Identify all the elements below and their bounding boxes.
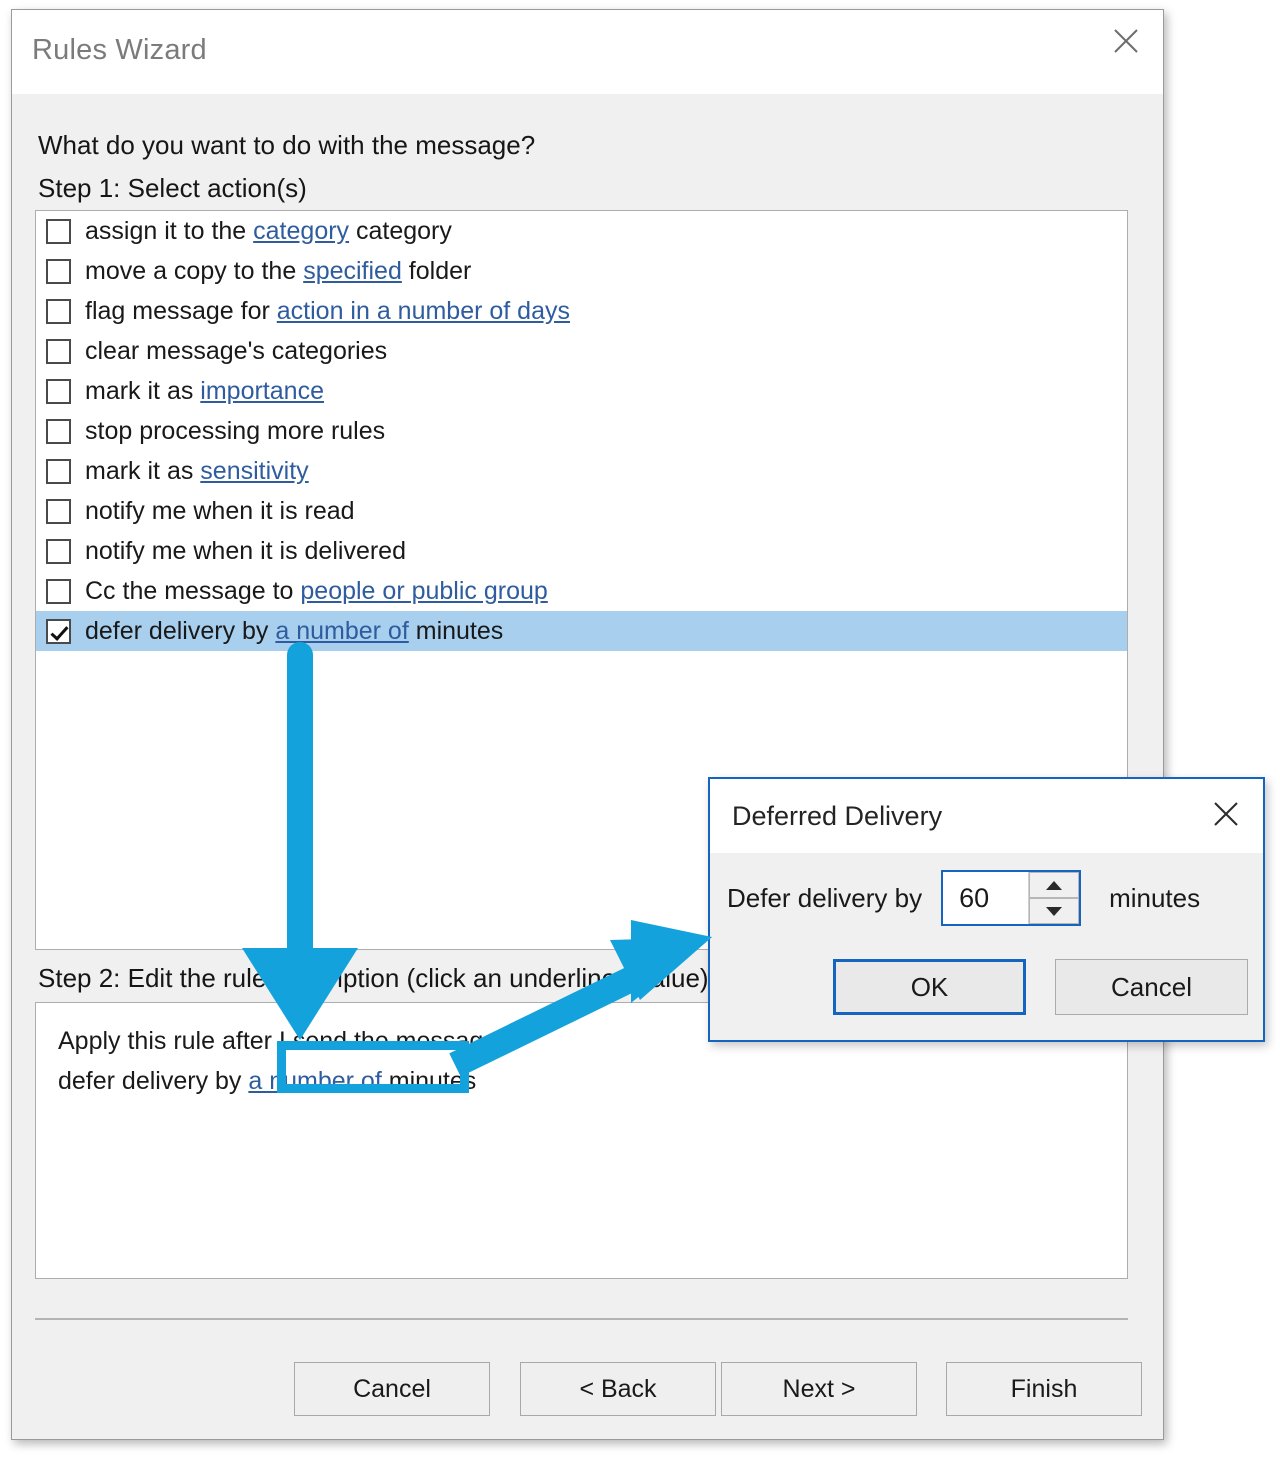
- deferred-dialog-close-button[interactable]: [1193, 779, 1259, 849]
- defer-minutes-stepper[interactable]: [941, 870, 1081, 926]
- action-label: notify me when it is delivered: [85, 539, 406, 564]
- action-checkbox[interactable]: [46, 539, 71, 564]
- action-checkbox[interactable]: [46, 259, 71, 284]
- defer-minutes-input[interactable]: [943, 872, 1028, 924]
- action-label-pre: clear message's categories: [85, 337, 387, 365]
- action-row[interactable]: defer delivery by a number of minutes: [36, 611, 1127, 651]
- action-checkbox[interactable]: [46, 499, 71, 524]
- footer-separator: [35, 1318, 1128, 1320]
- close-icon: [1210, 798, 1242, 830]
- defer-delivery-label: Defer delivery by: [727, 883, 922, 914]
- action-label-link[interactable]: importance: [200, 377, 324, 405]
- deferred-dialog-ok-button[interactable]: OK: [833, 959, 1026, 1015]
- action-checkbox[interactable]: [46, 419, 71, 444]
- action-label-pre: notify me when it is read: [85, 497, 355, 525]
- action-row[interactable]: flag message for action in a number of d…: [36, 291, 1127, 331]
- action-checkbox[interactable]: [46, 339, 71, 364]
- action-label: mark it as sensitivity: [85, 459, 309, 484]
- deferred-dialog-titlebar: Deferred Delivery: [710, 779, 1263, 853]
- action-label: clear message's categories: [85, 339, 387, 364]
- deferred-dialog-cancel-button[interactable]: Cancel: [1055, 959, 1248, 1015]
- window-titlebar: Rules Wizard: [12, 10, 1163, 94]
- cancel-button[interactable]: Cancel: [294, 1362, 490, 1416]
- action-label: assign it to the category category: [85, 219, 452, 244]
- action-label: notify me when it is read: [85, 499, 355, 524]
- action-label-pre: defer delivery by: [85, 617, 275, 645]
- footer-button-bar: Cancel < Back Next > Finish: [12, 1362, 1163, 1422]
- action-label-pre: Cc the message to: [85, 577, 300, 605]
- action-label-pre: move a copy to the: [85, 257, 303, 285]
- action-label: stop processing more rules: [85, 419, 385, 444]
- action-label: flag message for action in a number of d…: [85, 299, 570, 324]
- rule-description-line-2: defer delivery by a number of minutes: [58, 1061, 1105, 1101]
- action-label-pre: mark it as: [85, 457, 200, 485]
- action-checkbox[interactable]: [46, 379, 71, 404]
- action-label: defer delivery by a number of minutes: [85, 619, 503, 644]
- action-label-pre: mark it as: [85, 377, 200, 405]
- stepper-increment-button[interactable]: [1029, 872, 1079, 898]
- deferred-delivery-dialog: Deferred Delivery Defer delivery by minu…: [708, 777, 1265, 1042]
- action-label-post: minutes: [409, 617, 503, 645]
- defer-minutes-unit-label: minutes: [1109, 883, 1200, 914]
- action-checkbox[interactable]: [46, 579, 71, 604]
- action-label-post: folder: [402, 257, 471, 285]
- action-row[interactable]: move a copy to the specified folder: [36, 251, 1127, 291]
- action-label: Cc the message to people or public group: [85, 579, 548, 604]
- action-row[interactable]: stop processing more rules: [36, 411, 1127, 451]
- action-label-link[interactable]: action in a number of days: [277, 297, 570, 325]
- defer-delivery-row: Defer delivery by minutes: [710, 853, 1263, 943]
- window-title: Rules Wizard: [32, 34, 207, 67]
- action-label-pre: flag message for: [85, 297, 277, 325]
- action-row[interactable]: notify me when it is read: [36, 491, 1127, 531]
- action-label: mark it as importance: [85, 379, 324, 404]
- action-row[interactable]: notify me when it is delivered: [36, 531, 1127, 571]
- action-label-link[interactable]: a number of: [275, 617, 408, 645]
- action-checkbox[interactable]: [46, 619, 71, 644]
- action-label: move a copy to the specified folder: [85, 259, 471, 284]
- action-label-pre: notify me when it is delivered: [85, 537, 406, 565]
- next-button[interactable]: Next >: [721, 1362, 917, 1416]
- close-button[interactable]: [1088, 10, 1163, 72]
- action-label-link[interactable]: specified: [303, 257, 402, 285]
- rules-wizard-dialog: Rules Wizard What do you want to do with…: [11, 9, 1164, 1440]
- rule-description-box[interactable]: Apply this rule after I send the message…: [35, 1002, 1128, 1279]
- action-label-pre: stop processing more rules: [85, 417, 385, 445]
- action-row[interactable]: Cc the message to people or public group: [36, 571, 1127, 611]
- rule-description-line-2-pre: defer delivery by: [58, 1067, 248, 1095]
- step2-label: Step 2: Edit the rule description (click…: [38, 963, 709, 994]
- wizard-body: What do you want to do with the message?…: [12, 94, 1163, 1439]
- stepper-decrement-button[interactable]: [1029, 898, 1079, 924]
- action-label-post: category: [349, 217, 452, 245]
- chevron-down-icon: [1046, 907, 1062, 916]
- close-icon: [1109, 24, 1143, 58]
- prompt-question: What do you want to do with the message?: [38, 130, 535, 161]
- action-row[interactable]: clear message's categories: [36, 331, 1127, 371]
- deferred-dialog-title: Deferred Delivery: [732, 801, 942, 832]
- annotation-highlight-box: [277, 1041, 469, 1093]
- action-checkbox[interactable]: [46, 219, 71, 244]
- chevron-up-icon: [1046, 881, 1062, 890]
- action-label-link[interactable]: people or public group: [300, 577, 547, 605]
- action-row[interactable]: mark it as sensitivity: [36, 451, 1127, 491]
- back-button[interactable]: < Back: [520, 1362, 716, 1416]
- action-label-link[interactable]: sensitivity: [200, 457, 308, 485]
- action-label-link[interactable]: category: [253, 217, 349, 245]
- action-checkbox[interactable]: [46, 459, 71, 484]
- finish-button[interactable]: Finish: [946, 1362, 1142, 1416]
- action-checkbox[interactable]: [46, 299, 71, 324]
- action-row[interactable]: mark it as importance: [36, 371, 1127, 411]
- action-row[interactable]: assign it to the category category: [36, 211, 1127, 251]
- deferred-dialog-button-bar: OK Cancel: [710, 959, 1263, 1019]
- stepper-buttons[interactable]: [1028, 872, 1079, 924]
- step1-label: Step 1: Select action(s): [38, 173, 307, 204]
- action-label-pre: assign it to the: [85, 217, 253, 245]
